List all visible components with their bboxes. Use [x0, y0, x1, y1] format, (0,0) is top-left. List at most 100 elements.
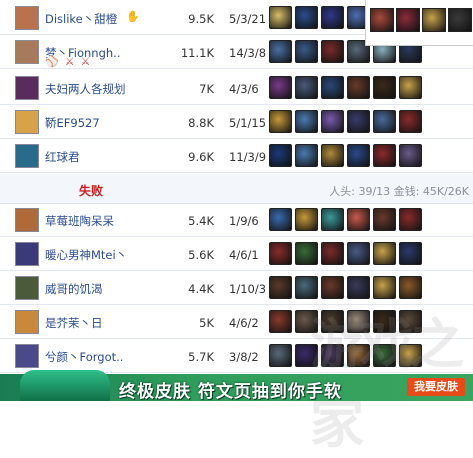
- item-icon[interactable]: [269, 144, 292, 167]
- item-icon[interactable]: [373, 144, 396, 167]
- player-row[interactable]: 夫妇两人各规划 7K 4/3/6: [0, 72, 473, 105]
- gold-earned: 5K: [199, 316, 214, 330]
- player-row[interactable]: 威哥的饥渴 4.4K 1/10/3: [0, 272, 473, 305]
- item-icon[interactable]: [269, 242, 292, 265]
- champion-avatar[interactable]: [15, 208, 39, 232]
- item-icon[interactable]: [347, 144, 370, 167]
- item-icon[interactable]: [347, 110, 370, 133]
- item-icon[interactable]: [321, 242, 344, 265]
- player-name[interactable]: 夫妇两人各规划: [45, 81, 126, 97]
- item-icon[interactable]: [269, 208, 292, 231]
- item-icon[interactable]: [269, 40, 292, 63]
- banner-text: 终极皮肤 符文页抽到你手软: [119, 382, 342, 402]
- team-stats: 人头: 39/13 金钱: 45K/26K: [329, 185, 469, 198]
- item-icon[interactable]: [347, 242, 370, 265]
- champion-avatar[interactable]: [15, 76, 39, 100]
- item-icon[interactable]: [347, 310, 370, 333]
- item-icon[interactable]: [295, 276, 318, 299]
- player-tag-icons: ✋: [126, 10, 140, 23]
- item-icon[interactable]: [399, 310, 422, 333]
- item-icon[interactable]: [373, 344, 396, 367]
- popup-item-icon: [396, 8, 420, 32]
- champion-avatar[interactable]: [15, 242, 39, 266]
- item-icon[interactable]: [321, 344, 344, 367]
- player-name[interactable]: 是芥茉丶日: [45, 315, 103, 331]
- champion-avatar[interactable]: [15, 144, 39, 168]
- item-icon[interactable]: [321, 276, 344, 299]
- item-icon[interactable]: [373, 276, 396, 299]
- item-icon[interactable]: [399, 144, 422, 167]
- item-icon[interactable]: [295, 110, 318, 133]
- item-icon[interactable]: [321, 76, 344, 99]
- kda: 3/8/2: [229, 350, 259, 364]
- champion-avatar[interactable]: [15, 276, 39, 300]
- item-icon[interactable]: [399, 344, 422, 367]
- item-icon[interactable]: [269, 310, 292, 333]
- item-icon[interactable]: [269, 344, 292, 367]
- kda: 4/3/6: [229, 82, 259, 96]
- item-icon[interactable]: [399, 276, 422, 299]
- player-tag-icons: ⚾⚔⚔: [45, 55, 97, 68]
- player-name[interactable]: 兮颜丶Forgot..: [45, 349, 123, 365]
- player-row[interactable]: 鞒EF9527 8.8K 5/1/15: [0, 106, 473, 139]
- player-name[interactable]: 威哥的饥渴: [45, 281, 103, 297]
- item-icon[interactable]: [295, 344, 318, 367]
- player-row[interactable]: 红球君 9.6K 11/3/9: [0, 140, 473, 173]
- item-icon[interactable]: [373, 242, 396, 265]
- champion-avatar[interactable]: [15, 6, 39, 30]
- item-icon[interactable]: [347, 76, 370, 99]
- item-icon[interactable]: [321, 40, 344, 63]
- item-icon[interactable]: [295, 310, 318, 333]
- champion-avatar[interactable]: [15, 310, 39, 334]
- item-icon[interactable]: [295, 242, 318, 265]
- champion-avatar[interactable]: [15, 40, 39, 64]
- defeat-label: 失败: [79, 184, 104, 198]
- gold-earned: 5.7K: [188, 350, 214, 364]
- item-icon[interactable]: [295, 6, 318, 29]
- ad-banner[interactable]: 终极皮肤 符文页抽到你手软 我要皮肤: [0, 370, 473, 402]
- item-icon[interactable]: [295, 144, 318, 167]
- item-icon[interactable]: [399, 110, 422, 133]
- item-icon[interactable]: [347, 344, 370, 367]
- item-icon[interactable]: [321, 144, 344, 167]
- item-icon[interactable]: [269, 110, 292, 133]
- item-icon[interactable]: [321, 310, 344, 333]
- player-row[interactable]: 兮颜丶Forgot.. 5.7K 3/8/2: [0, 340, 473, 373]
- gold-earned: 5.4K: [188, 214, 214, 228]
- player-name[interactable]: 草莓班陶呆呆: [45, 213, 114, 229]
- item-icon[interactable]: [321, 6, 344, 29]
- item-icon[interactable]: [295, 76, 318, 99]
- item-icon[interactable]: [373, 310, 396, 333]
- popup-item-icon: [422, 8, 446, 32]
- item-icon[interactable]: [269, 76, 292, 99]
- player-name[interactable]: 红球君: [45, 149, 80, 165]
- player-row[interactable]: 是芥茉丶日 5K 4/6/2: [0, 306, 473, 339]
- item-icon[interactable]: [295, 40, 318, 63]
- item-icon[interactable]: [399, 76, 422, 99]
- item-icon[interactable]: [373, 76, 396, 99]
- player-row[interactable]: 草莓班陶呆呆 5.4K 1/9/6: [0, 204, 473, 237]
- item-icon[interactable]: [321, 208, 344, 231]
- item-icon[interactable]: [399, 242, 422, 265]
- player-row[interactable]: 暖心男神Mtei丶 5.6K 4/6/1: [0, 238, 473, 271]
- player-name[interactable]: 鞒EF9527: [45, 115, 100, 131]
- item-icon[interactable]: [373, 208, 396, 231]
- gold-earned: 7K: [199, 82, 214, 96]
- item-icon[interactable]: [373, 110, 396, 133]
- item-icon[interactable]: [269, 276, 292, 299]
- kda: 1/10/3: [229, 282, 267, 296]
- item-icon[interactable]: [269, 6, 292, 29]
- player-name[interactable]: 暖心男神Mtei丶: [45, 247, 127, 263]
- item-icon[interactable]: [347, 276, 370, 299]
- champion-avatar[interactable]: [15, 344, 39, 368]
- banner-button[interactable]: 我要皮肤: [407, 378, 465, 396]
- kda: 14/3/8: [229, 46, 267, 60]
- item-icon[interactable]: [347, 208, 370, 231]
- player-name[interactable]: Dislike丶甜橙: [45, 11, 117, 27]
- kda: 5/1/15: [229, 116, 267, 130]
- item-icon[interactable]: [399, 208, 422, 231]
- kda: 5/3/21: [229, 12, 267, 26]
- champion-avatar[interactable]: [15, 110, 39, 134]
- item-icon[interactable]: [295, 208, 318, 231]
- item-icon[interactable]: [321, 110, 344, 133]
